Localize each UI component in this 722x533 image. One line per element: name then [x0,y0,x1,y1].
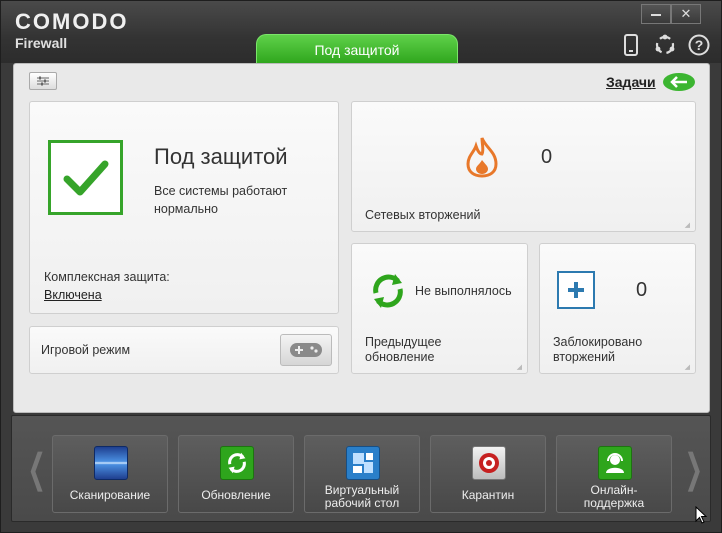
network-intrusions-label: Сетевых вторжений [365,208,481,222]
svg-text:?: ? [695,37,704,53]
tile-quarantine[interactable]: Карантин [430,435,546,513]
blocked-label-line2: вторжений [553,350,616,364]
tile-update-label: Обновление [201,488,271,502]
game-mode-label: Игровой режим [41,343,131,357]
gamepad-icon [290,343,322,357]
network-intrusions-count: 0 [541,146,553,168]
protection-label: Комплексная защита: [44,270,170,284]
update-icon [220,446,254,480]
widget-bar: ❮ ❯ Сканирование Обновление Виртуальный … [11,415,711,522]
game-mode-card: Игровой режим [29,326,339,374]
blocked-intrusions-card[interactable]: 0 Заблокировано вторжений [539,243,696,374]
help-icon[interactable]: ? [687,33,711,57]
resize-corner-icon [683,220,690,229]
plus-icon [557,271,595,309]
blocked-label-line1: Заблокировано [553,335,643,349]
mobile-icon[interactable] [619,33,643,57]
refresh-icon [373,274,403,308]
settings-button[interactable] [29,72,57,90]
app-logo: COMODO [15,9,129,34]
close-button[interactable]: ✕ [671,4,701,24]
sync-icon[interactable] [653,33,677,57]
tasks-arrow-icon [662,73,695,91]
tile-virtual-desktop-line2: рабочий стол [324,496,400,510]
tile-online-support-line2: поддержка [583,496,645,510]
tile-update[interactable]: Обновление [178,435,294,513]
minimize-button[interactable] [641,4,671,24]
update-status: Не выполнялось [415,284,512,298]
checkmark-icon [48,140,123,215]
scan-icon [94,446,128,480]
protection-status-card[interactable]: Под защитой Все системы работают нормаль… [29,101,339,314]
title-bar: COMODO Firewall Под защитой ✕ ? [1,1,721,64]
support-icon [598,446,632,480]
tasks-label: Задачи [606,74,656,90]
game-mode-toggle[interactable] [280,334,332,366]
tile-scan-label: Сканирование [69,488,151,502]
network-intrusions-card[interactable]: 0 Сетевых вторжений [351,101,696,232]
tile-quarantine-label: Карантин [461,488,515,502]
tasks-link[interactable]: Задачи [606,72,696,92]
sliders-icon [37,76,49,86]
last-update-card[interactable]: Не выполнялось Предыдущее обновление [351,243,528,374]
status-title: Под защитой [154,144,288,169]
minimize-icon [651,13,661,16]
tile-virtual-desktop[interactable]: Виртуальный рабочий стол [304,435,420,513]
scroll-right-icon[interactable]: ❯ [685,446,703,492]
update-label-line1: Предыдущее [365,335,442,349]
blocked-intrusions-count: 0 [636,279,648,301]
mouse-cursor-icon [695,506,707,524]
resize-corner-icon [515,362,522,371]
product-name: Firewall [15,35,68,51]
tile-scan[interactable]: Сканирование [52,435,168,513]
update-label-line2: обновление [365,350,435,364]
scroll-left-icon[interactable]: ❮ [28,446,46,492]
header-icons: ? [619,33,711,57]
virtual-desktop-icon [346,446,380,480]
tab-status[interactable]: Под защитой [256,34,458,64]
window-controls: ✕ [641,4,701,24]
quarantine-icon [472,446,506,480]
main-panel: Задачи Под защитой Все системы работают … [13,63,710,413]
fire-icon [466,137,498,178]
app-window: COMODO Firewall Под защитой ✕ ? Задачи П… [0,0,722,533]
protection-value-link[interactable]: Включена [44,288,102,302]
status-description: Все системы работают нормально [154,184,288,216]
resize-corner-icon [683,362,690,371]
tile-online-support[interactable]: Онлайн- поддержка [556,435,672,513]
